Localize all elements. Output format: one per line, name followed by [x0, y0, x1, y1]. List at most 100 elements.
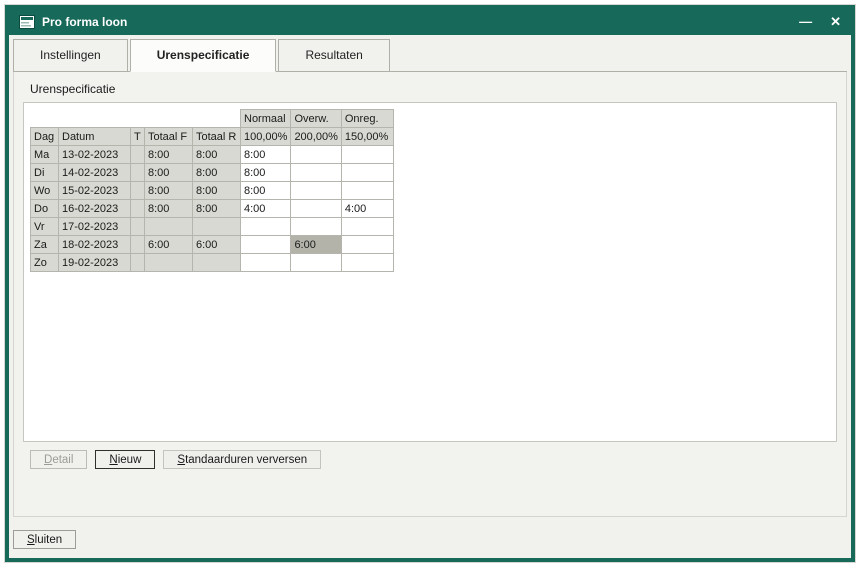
super-header-row: Normaal Overw. Onreg. — [31, 110, 394, 128]
bottom-bar: Sluiten — [13, 530, 851, 549]
cell-totaal-f — [145, 254, 193, 272]
standaarduren-verversen-button[interactable]: Standaarduren verversen — [163, 450, 321, 469]
table-row-ma: Ma 13-02-2023 8:00 8:00 8:00 — [31, 146, 394, 164]
cell-onreg[interactable] — [341, 218, 393, 236]
dialog-content: Instellingen Urenspecificatie Resultaten… — [9, 35, 851, 558]
table-row-vr: Vr 17-02-2023 — [31, 218, 394, 236]
cell-totaal-f: 8:00 — [145, 164, 193, 182]
cell-totaal-f: 8:00 — [145, 146, 193, 164]
cell-datum: 17-02-2023 — [59, 218, 131, 236]
cell-dag: Za — [31, 236, 59, 254]
cell-totaal-r: 8:00 — [193, 182, 241, 200]
button-label: etail — [52, 454, 73, 466]
cell-onreg[interactable]: 4:00 — [341, 200, 393, 218]
cell-normaal[interactable] — [241, 254, 291, 272]
cell-normaal[interactable]: 4:00 — [241, 200, 291, 218]
tabpage-urenspecificatie: Urenspecificatie Normaal Overw. Onreg. — [13, 72, 847, 517]
cell-totaal-r — [193, 254, 241, 272]
table-row-di: Di 14-02-2023 8:00 8:00 8:00 — [31, 164, 394, 182]
col-header-200pct: 200,00% — [291, 128, 341, 146]
cell-totaal-r: 8:00 — [193, 200, 241, 218]
grid-button-row: Detail Nieuw Standaarduren verversen — [30, 450, 837, 469]
button-label: ieuw — [118, 454, 142, 466]
cell-datum: 14-02-2023 — [59, 164, 131, 182]
button-label: luiten — [35, 534, 63, 546]
cell-dag: Vr — [31, 218, 59, 236]
table-row-zo: Zo 19-02-2023 — [31, 254, 394, 272]
column-group-onregelmatig: Onreg. — [341, 110, 393, 128]
cell-dag: Do — [31, 200, 59, 218]
button-mnemonic: S — [177, 454, 185, 466]
col-header-150pct: 150,00% — [341, 128, 393, 146]
cell-t — [131, 164, 145, 182]
cell-datum: 15-02-2023 — [59, 182, 131, 200]
cell-datum: 19-02-2023 — [59, 254, 131, 272]
cell-normaal[interactable] — [241, 218, 291, 236]
col-header-t: T — [131, 128, 145, 146]
cell-onreg[interactable] — [341, 182, 393, 200]
cell-overw[interactable] — [291, 218, 341, 236]
cell-dag: Zo — [31, 254, 59, 272]
cell-t — [131, 218, 145, 236]
window-controls: — ✕ — [799, 9, 841, 35]
column-group-normaal: Normaal — [241, 110, 291, 128]
col-header-dag: Dag — [31, 128, 59, 146]
button-mnemonic: N — [109, 454, 117, 466]
header-spacer — [31, 110, 241, 128]
cell-overw[interactable] — [291, 182, 341, 200]
table-row-wo: Wo 15-02-2023 8:00 8:00 8:00 — [31, 182, 394, 200]
cell-normaal[interactable]: 8:00 — [241, 164, 291, 182]
cell-normaal[interactable]: 8:00 — [241, 182, 291, 200]
sluiten-button[interactable]: Sluiten — [13, 530, 76, 549]
table-row-do: Do 16-02-2023 8:00 8:00 4:00 4:00 — [31, 200, 394, 218]
cell-dag: Wo — [31, 182, 59, 200]
cell-t — [131, 236, 145, 254]
tab-urenspecificatie[interactable]: Urenspecificatie — [130, 39, 277, 72]
hours-grid: Normaal Overw. Onreg. Dag Datum T Totaal… — [30, 109, 394, 272]
button-mnemonic: S — [27, 534, 35, 546]
cell-totaal-f: 6:00 — [145, 236, 193, 254]
cell-dag: Ma — [31, 146, 59, 164]
col-header-totaal-f: Totaal F — [145, 128, 193, 146]
form-icon — [19, 15, 35, 29]
button-label: tandaarduren verversen — [185, 454, 307, 466]
tab-instellingen[interactable]: Instellingen — [13, 39, 128, 71]
cell-totaal-f: 8:00 — [145, 182, 193, 200]
cell-normaal[interactable]: 8:00 — [241, 146, 291, 164]
cell-t — [131, 146, 145, 164]
cell-onreg[interactable] — [341, 236, 393, 254]
cell-datum: 18-02-2023 — [59, 236, 131, 254]
detail-button[interactable]: Detail — [30, 450, 87, 469]
col-header-totaal-r: Totaal R — [193, 128, 241, 146]
header-row: Dag Datum T Totaal F Totaal R 100,00% 20… — [31, 128, 394, 146]
cell-overw[interactable] — [291, 200, 341, 218]
col-header-datum: Datum — [59, 128, 131, 146]
cell-datum: 13-02-2023 — [59, 146, 131, 164]
dialog-window: Pro forma loon — ✕ Instellingen Urenspec… — [5, 5, 855, 562]
cell-t — [131, 200, 145, 218]
tab-resultaten[interactable]: Resultaten — [278, 39, 389, 71]
cell-dag: Di — [31, 164, 59, 182]
cell-t — [131, 254, 145, 272]
group-label: Urenspecificatie — [14, 72, 846, 102]
titlebar[interactable]: Pro forma loon — ✕ — [9, 9, 851, 35]
cell-normaal[interactable] — [241, 236, 291, 254]
cell-onreg[interactable] — [341, 254, 393, 272]
close-button[interactable]: ✕ — [830, 9, 841, 35]
cell-onreg[interactable] — [341, 146, 393, 164]
cell-overw[interactable] — [291, 146, 341, 164]
cell-totaal-r — [193, 218, 241, 236]
grid-panel: Normaal Overw. Onreg. Dag Datum T Totaal… — [23, 102, 837, 442]
cell-t — [131, 182, 145, 200]
cell-totaal-r: 6:00 — [193, 236, 241, 254]
cell-totaal-f: 8:00 — [145, 200, 193, 218]
selected-cell[interactable]: 6:00 — [291, 236, 341, 254]
minimize-button[interactable]: — — [799, 9, 812, 35]
column-group-overwerk: Overw. — [291, 110, 341, 128]
nieuw-button[interactable]: Nieuw — [95, 450, 155, 469]
cell-overw[interactable] — [291, 164, 341, 182]
cell-overw[interactable] — [291, 254, 341, 272]
col-header-100pct: 100,00% — [241, 128, 291, 146]
cell-onreg[interactable] — [341, 164, 393, 182]
cell-totaal-f — [145, 218, 193, 236]
